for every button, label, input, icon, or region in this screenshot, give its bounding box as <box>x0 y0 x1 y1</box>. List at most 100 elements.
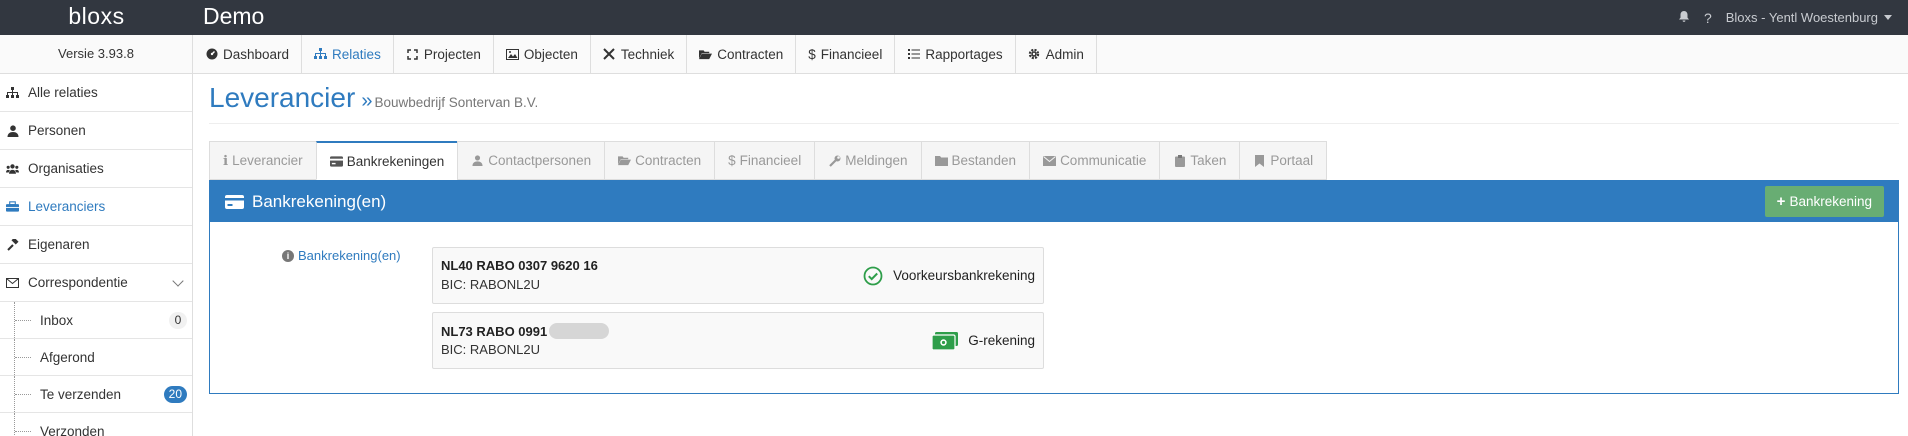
wrench-icon <box>828 154 841 167</box>
tab-label: Bestanden <box>951 153 1017 168</box>
expand-icon <box>406 48 419 61</box>
page-title: Leverancier <box>209 82 356 113</box>
envelope-icon <box>1043 154 1057 167</box>
dollar-icon: $ <box>728 153 736 168</box>
sidebar-item-organisaties[interactable]: Organisaties <box>0 150 192 188</box>
add-bankrekening-button[interactable]: + Bankrekening <box>1764 186 1884 217</box>
sidebar-item-label: Leveranciers <box>28 199 106 214</box>
sidebar-item-label: Correspondentie <box>28 275 128 290</box>
sidebar-subitem-inbox[interactable]: Inbox 0 <box>0 302 192 339</box>
top-right-controls: ? Bloxs - Yentl Woestenburg <box>1678 0 1892 35</box>
page-header: Leverancier » Bouwbedrijf Sontervan B.V. <box>209 82 1899 124</box>
sidebar-item-personen[interactable]: Personen <box>0 112 192 150</box>
sidebar-item-label: Personen <box>28 123 86 138</box>
credit-card-icon <box>225 194 244 209</box>
tab-financieel[interactable]: $ Financieel <box>714 141 815 180</box>
tab-leverancier[interactable]: ℹ Leverancier <box>209 141 316 180</box>
nav-rapportages-label: Rapportages <box>925 46 1003 62</box>
plus-icon: + <box>1776 193 1786 210</box>
redacted-mask <box>549 323 610 339</box>
nav-projecten-label: Projecten <box>423 46 481 62</box>
sidebar-subitem-label: Verzonden <box>40 423 105 436</box>
sidebar-item-label: Alle relaties <box>28 85 98 100</box>
nav-admin[interactable]: Admin <box>1016 35 1097 73</box>
version-label: Versie 3.93.8 <box>0 35 193 73</box>
account-iban: NL73 RABO 0991 <box>441 323 610 339</box>
tab-taken[interactable]: Taken <box>1159 141 1240 180</box>
info-circle-icon: i <box>282 249 294 262</box>
nav-dashboard-label: Dashboard <box>223 46 290 62</box>
account-tag: G-rekening <box>932 313 1035 368</box>
folder-open-icon <box>618 154 632 167</box>
nav-rapportages[interactable]: Rapportages <box>895 35 1016 73</box>
account-iban-text: NL73 RABO 0991 <box>441 324 548 339</box>
user-menu[interactable]: Bloxs - Yentl Woestenburg <box>1726 10 1892 25</box>
nav-projecten[interactable]: Projecten <box>394 35 494 73</box>
credit-card-icon <box>329 155 343 168</box>
tab-label: Contactpersonen <box>488 153 592 168</box>
nav-admin-label: Admin <box>1045 46 1084 62</box>
tab-portaal[interactable]: Portaal <box>1239 141 1328 180</box>
tab-label: Communicatie <box>1060 153 1147 168</box>
help-icon[interactable]: ? <box>1704 10 1712 26</box>
main-nav: Dashboard Relaties Projecten Objecten Te… <box>193 35 1097 73</box>
sidebar-subitem-afgerond[interactable]: Afgerond <box>0 339 192 376</box>
sitemap-icon <box>314 48 328 61</box>
tab-contracten[interactable]: Contracten <box>604 141 715 180</box>
caret-down-icon <box>1884 15 1892 20</box>
brand-logo[interactable]: bloxs <box>0 0 193 35</box>
tab-bankrekeningen[interactable]: Bankrekeningen <box>315 141 458 180</box>
sidebar-item-leveranciers[interactable]: Leveranciers <box>0 188 192 226</box>
tab-label: Financieel <box>739 153 802 168</box>
nav-contracten[interactable]: Contracten <box>687 35 797 73</box>
nav-techniek-label: Techniek <box>620 46 675 62</box>
tab-label: Taken <box>1190 153 1227 168</box>
sidebar-subitem-label: Afgerond <box>40 349 95 365</box>
sidebar-item-label: Organisaties <box>28 161 104 176</box>
nav-financieel-label: Financieel <box>820 46 883 62</box>
double-chevron-icon: » <box>361 90 373 112</box>
folder-icon <box>934 154 948 167</box>
tab-label: Leverancier <box>232 153 303 168</box>
tab-contactpersonen[interactable]: Contactpersonen <box>457 141 605 180</box>
folder-open-icon <box>699 48 713 61</box>
bank-account-card[interactable]: NL73 RABO 0991 BIC: RABONL2U G-rekening <box>432 312 1044 369</box>
sidebar-subitem-verzonden[interactable]: Verzonden <box>0 413 192 436</box>
count-badge: 0 <box>169 312 187 329</box>
bank-account-card[interactable]: NL40 RABO 0307 9620 16 BIC: RABONL2U Voo… <box>432 247 1044 304</box>
account-iban: NL40 RABO 0307 9620 16 <box>441 258 598 273</box>
account-tag-label: G-rekening <box>968 333 1035 348</box>
sitemap-icon <box>6 86 19 99</box>
account-tag: Voorkeursbankrekening <box>863 248 1035 303</box>
user-icon <box>6 124 19 137</box>
nav-techniek[interactable]: Techniek <box>591 35 688 73</box>
bell-icon[interactable] <box>1678 10 1690 26</box>
nav-objecten-label: Objecten <box>523 46 578 62</box>
tab-bestanden[interactable]: Bestanden <box>920 141 1030 180</box>
nav-objecten[interactable]: Objecten <box>494 35 591 73</box>
envelope-icon <box>6 276 19 289</box>
bookmark-icon <box>1253 154 1266 167</box>
sidebar: Alle relaties Personen Organisaties Leve… <box>0 74 193 436</box>
app-title: Demo <box>203 3 265 29</box>
nav-dashboard[interactable]: Dashboard <box>193 35 303 73</box>
nav-financieel[interactable]: $ Financieel <box>796 35 896 73</box>
dollar-icon: $ <box>808 46 816 62</box>
image-icon <box>505 48 519 61</box>
clipboard-icon <box>1173 154 1186 167</box>
nav-relaties[interactable]: Relaties <box>302 35 394 73</box>
add-bankrekening-label: Bankrekening <box>1789 194 1872 209</box>
sidebar-item-label: Eigenaren <box>28 237 90 252</box>
tab-label: Bankrekeningen <box>346 153 445 169</box>
sidebar-subitem-te-verzenden[interactable]: Te verzenden 20 <box>0 376 192 413</box>
truck-icon <box>6 200 19 213</box>
sidebar-item-alle-relaties[interactable]: Alle relaties <box>0 74 192 112</box>
nav-relaties-label: Relaties <box>332 46 381 62</box>
sidebar-item-eigenaren[interactable]: Eigenaren <box>0 226 192 264</box>
account-tag-label: Voorkeursbankrekening <box>893 268 1035 283</box>
sidebar-item-correspondentie[interactable]: Correspondentie <box>0 264 192 302</box>
user-name: Bloxs - Yentl Woestenburg <box>1725 10 1878 25</box>
tab-communicatie[interactable]: Communicatie <box>1029 141 1160 180</box>
tab-meldingen[interactable]: Meldingen <box>814 141 921 180</box>
sidebar-subitem-label: Te verzenden <box>40 386 122 402</box>
